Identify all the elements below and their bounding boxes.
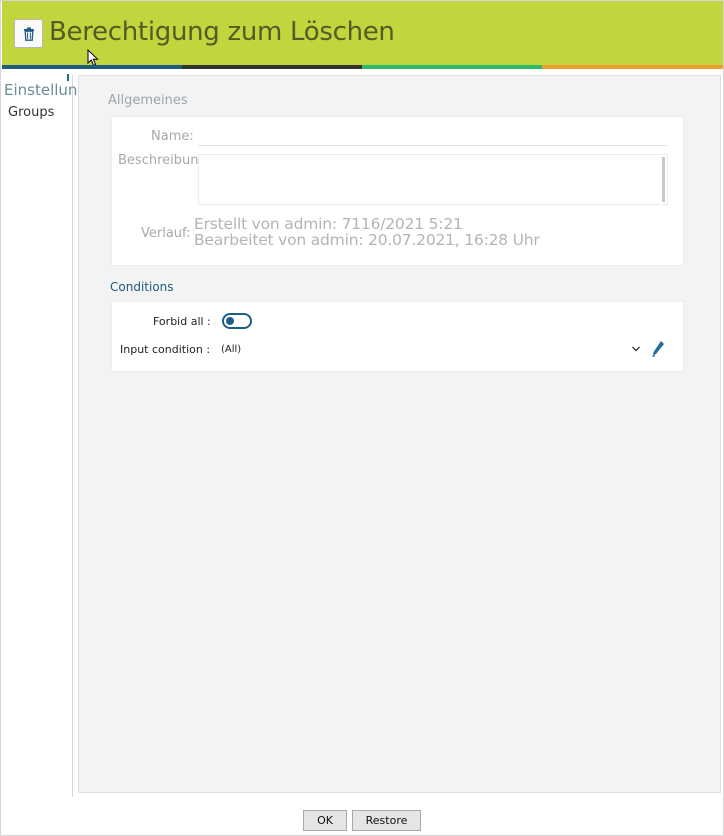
pencil-icon[interactable] <box>651 340 665 358</box>
forbid-all-toggle[interactable] <box>222 313 252 329</box>
header-bar: Berechtigung zum Löschen <box>2 1 723 65</box>
toggle-knob <box>226 317 234 325</box>
name-label: Name: <box>151 129 194 144</box>
tab-indicator <box>67 74 69 81</box>
ok-button[interactable]: OK <box>303 810 347 831</box>
chevron-down-icon[interactable] <box>631 345 641 353</box>
input-condition-select[interactable]: (All) <box>221 344 241 355</box>
sidebar <box>2 75 73 797</box>
page-title: Berechtigung zum Löschen <box>49 17 395 47</box>
restore-button[interactable]: Restore <box>352 810 421 831</box>
history-edited: Bearbeitet von admin: 20.07.2021, 16:28 … <box>194 231 540 249</box>
sidebar-item-groups[interactable]: Groups <box>8 105 54 120</box>
section-allgemeines-label: Allgemeines <box>108 93 188 108</box>
name-input[interactable] <box>198 145 668 146</box>
forbid-all-label: Forbid all : <box>153 315 211 328</box>
color-stripe-1 <box>2 65 182 69</box>
color-stripe-4 <box>542 65 723 69</box>
description-textarea[interactable] <box>198 154 668 205</box>
trash-icon[interactable] <box>14 19 43 48</box>
dialog-window: Berechtigung zum Löschen Einstellungen G… <box>0 0 724 836</box>
section-conditions-label: Conditions <box>110 280 174 294</box>
color-stripe-3 <box>362 65 542 69</box>
conditions-card <box>111 301 684 372</box>
scrollbar[interactable] <box>662 157 665 202</box>
input-condition-label: Input condition : <box>120 343 211 356</box>
color-stripe-2 <box>182 65 362 69</box>
history-label: Verlauf: <box>141 226 191 241</box>
